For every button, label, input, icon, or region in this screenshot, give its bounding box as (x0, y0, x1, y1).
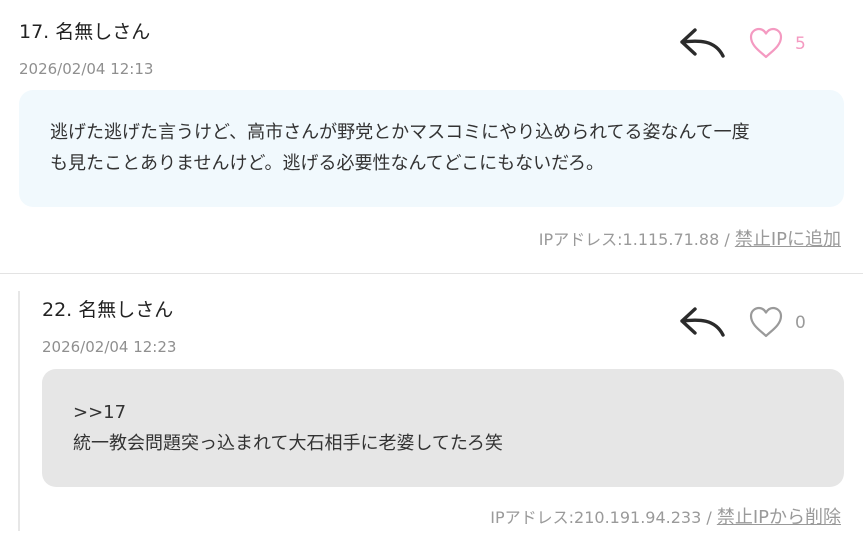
comment-body-line: 逃げた逃げた言うけど、高市さんが野党とかマスコミにやり込められてる姿なんて一度 (50, 122, 750, 143)
comment-body: >>17 統一教会問題突っ込まれて大石相手に老婆してたろ笑 (42, 369, 844, 487)
ip-address-text: IPアドレス:1.115.71.88 / (538, 230, 735, 249)
like-button[interactable] (748, 26, 784, 60)
comment-author: 22. 名無しさん (42, 299, 174, 321)
comment-thread: 17. 名無しさん 2026/02/04 12:13 5 逃げた逃げた言うけど、… (0, 0, 863, 548)
comment-17: 17. 名無しさん 2026/02/04 12:13 5 逃げた逃げた言うけど、… (0, 0, 863, 274)
reply-arrow-icon (680, 28, 725, 58)
comment-divider (0, 273, 863, 274)
like-count: 0 (795, 313, 806, 333)
reply-button[interactable] (679, 305, 727, 341)
reply-arrow-icon (680, 307, 725, 337)
ip-address-line: IPアドレス:1.115.71.88 / 禁止IPに追加 (539, 225, 841, 251)
like-button[interactable] (748, 305, 784, 339)
comment-date: 2026/02/04 12:23 (42, 338, 177, 356)
ip-address-text: IPアドレス:210.191.94.233 / (490, 508, 717, 527)
reply-indent-line (18, 291, 20, 531)
comment-body-line: 統一教会問題突っ込まれて大石相手に老婆してたろ笑 (73, 433, 503, 454)
reply-button[interactable] (679, 26, 727, 62)
comment-author: 17. 名無しさん (19, 21, 151, 43)
comment-22: 22. 名無しさん 2026/02/04 12:23 0 >>17 統一教会問題… (0, 275, 863, 548)
like-count: 5 (795, 34, 806, 54)
ban-ip-add-link[interactable]: 禁止IPに追加 (735, 229, 841, 250)
comment-body: 逃げた逃げた言うけど、高市さんが野党とかマスコミにやり込められてる姿なんて一度 … (19, 90, 844, 207)
quote-anchor-link[interactable]: >>17 (73, 397, 844, 428)
comment-date: 2026/02/04 12:13 (19, 60, 154, 78)
ban-ip-remove-link[interactable]: 禁止IPから削除 (717, 507, 841, 528)
heart-outline-icon (749, 27, 783, 59)
comment-body-line: も見たことありませんけど。逃げる必要性なんてどこにもないだろ。 (50, 153, 605, 174)
heart-outline-icon (749, 306, 783, 338)
ip-address-line: IPアドレス:210.191.94.233 / 禁止IPから削除 (490, 503, 841, 529)
